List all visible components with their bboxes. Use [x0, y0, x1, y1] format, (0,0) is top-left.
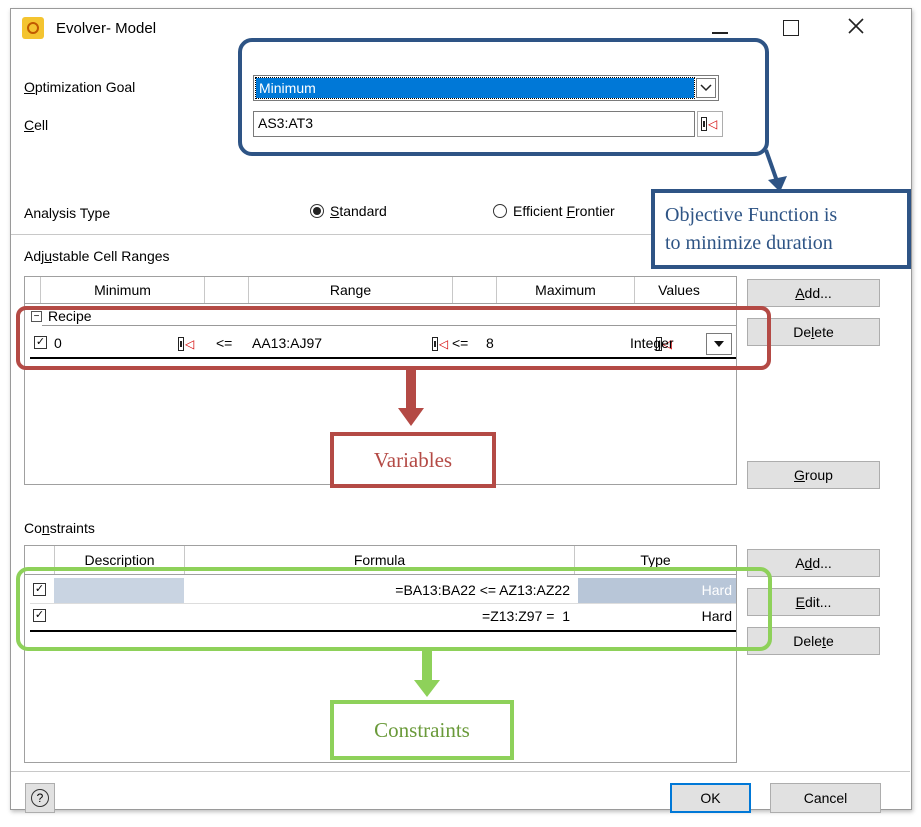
objective-annotation-line2: to minimize duration	[665, 232, 833, 254]
col-range: Range	[249, 277, 453, 303]
header-spacer	[453, 277, 497, 303]
constraints-callout-arrow	[414, 650, 440, 697]
close-icon	[848, 18, 864, 34]
maximize-button[interactable]	[783, 20, 799, 36]
col-values: Values	[658, 282, 700, 298]
app-icon	[22, 17, 44, 39]
adjustable-grid-header: Minimum Range Maximum Values	[25, 277, 736, 304]
ok-button[interactable]: OK	[670, 783, 751, 813]
col-maximum: Maximum	[497, 277, 635, 303]
footer-divider	[11, 771, 910, 772]
adjustable-ranges-title: Adjustable Cell Ranges	[24, 248, 170, 264]
radio-efficient-frontier[interactable]: Efficient Frontier	[493, 203, 615, 219]
radio-selected-icon	[310, 204, 324, 218]
optimization-goal-label: Optimization Goal	[24, 79, 136, 95]
radio-unselected-icon	[493, 204, 507, 218]
header-spacer	[205, 277, 249, 303]
objective-annotation: Objective Function is to minimize durati…	[651, 189, 911, 269]
variables-annotation: Variables	[330, 432, 496, 488]
objective-callout-frame	[238, 38, 769, 156]
objective-annotation-line1: Objective Function is	[665, 204, 838, 226]
window-title: Evolver- Model	[56, 20, 157, 37]
cell-label: Cell	[24, 117, 49, 133]
analysis-type-label: Analysis Type	[24, 205, 111, 221]
constraints-callout-frame	[16, 567, 772, 651]
help-icon: ?	[31, 789, 49, 807]
variables-callout-frame	[16, 306, 771, 370]
radio-standard[interactable]: Standard	[310, 203, 387, 219]
cancel-button[interactable]: Cancel	[770, 783, 881, 813]
minimize-button[interactable]	[712, 32, 728, 34]
add-adjustable-button[interactable]: Add...	[747, 279, 880, 307]
constraints-annotation: Constraints	[330, 700, 514, 760]
header-spacer	[25, 277, 41, 303]
group-button[interactable]: Group	[747, 461, 880, 489]
variables-callout-arrow	[398, 368, 424, 426]
help-button[interactable]: ?	[25, 783, 55, 813]
constraints-title: Constraints	[24, 520, 95, 536]
col-minimum: Minimum	[41, 277, 205, 303]
close-button[interactable]	[844, 14, 868, 38]
